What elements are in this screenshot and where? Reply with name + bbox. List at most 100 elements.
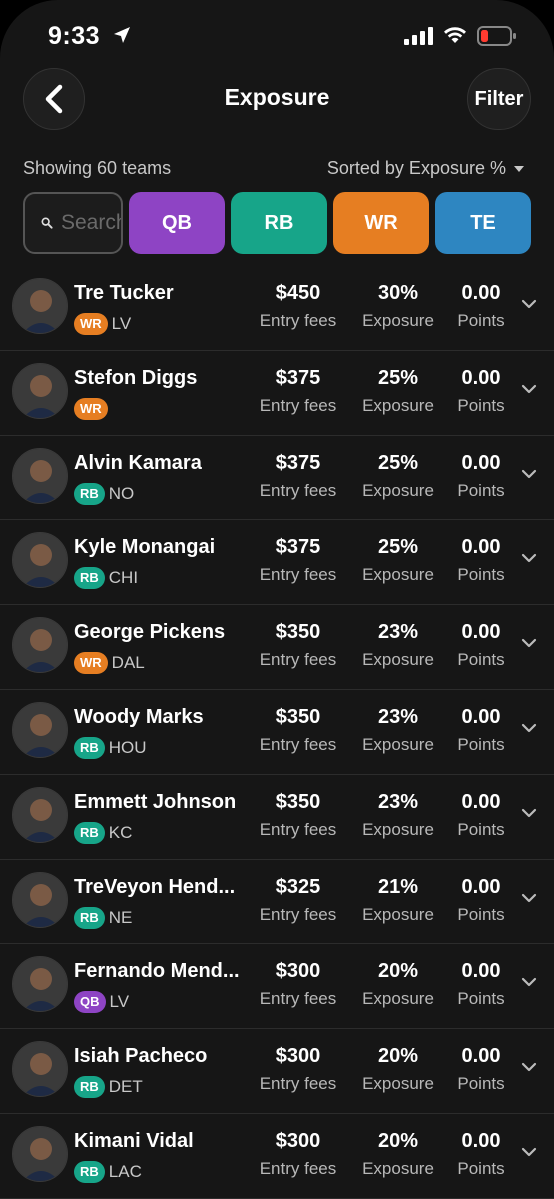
entry-fees-stat: $375 Entry fees [255, 367, 341, 416]
player-avatar [12, 871, 68, 928]
points-value: 0.00 [461, 366, 501, 389]
player-team: DAL [111, 653, 145, 673]
player-row[interactable]: Woody Marks RB HOU $350 Entry fees 23% E… [0, 690, 554, 775]
player-team: CHI [108, 568, 139, 588]
player-team: LV [109, 992, 130, 1012]
search-box[interactable] [23, 192, 123, 254]
player-name: Emmett Johnson [74, 790, 237, 813]
entry-fees-stat: $450 Entry fees [255, 282, 341, 331]
player-meta: RB KC [74, 821, 133, 844]
exposure-stat: 25% Exposure [356, 452, 440, 501]
exposure-label: Exposure [362, 565, 434, 585]
player-meta: RB DET [74, 1076, 143, 1099]
exposure-label: Exposure [362, 395, 434, 415]
player-row[interactable]: George Pickens WR DAL $350 Entry fees 23… [0, 605, 554, 690]
chevron-down-icon[interactable] [520, 468, 538, 480]
points-label: Points [457, 480, 505, 500]
chevron-down-icon[interactable] [520, 1146, 538, 1158]
entry-fees-value: $300 [275, 1129, 321, 1152]
entry-fees-stat: $350 Entry fees [255, 791, 341, 840]
exposure-label: Exposure [362, 311, 434, 330]
chevron-down-icon[interactable] [520, 637, 538, 649]
player-avatar [12, 447, 68, 504]
player-row[interactable]: TreVeyon Hend... RB NE $325 Entry fees 2… [0, 860, 554, 945]
chevron-down-icon[interactable] [520, 976, 538, 988]
player-headshot-icon [13, 787, 67, 842]
player-avatar [12, 1125, 68, 1182]
chevron-down-icon[interactable] [520, 552, 538, 564]
exposure-value: 23% [377, 790, 419, 813]
player-headshot-icon [13, 1126, 67, 1181]
status-bar: 9:33 [0, 18, 554, 58]
player-row[interactable]: Fernando Mend... QB LV $300 Entry fees 2… [0, 944, 554, 1030]
points-value: 0.00 [461, 282, 501, 304]
points-label: Points [457, 819, 505, 839]
exposure-label: Exposure [362, 904, 434, 924]
exposure-stat: 21% Exposure [356, 876, 440, 925]
player-team: KC [108, 822, 133, 842]
chevron-down-icon[interactable] [520, 807, 538, 819]
exposure-value: 20% [377, 1129, 419, 1152]
player-meta: RB CHI [74, 567, 139, 590]
entry-fees-label: Entry fees [259, 989, 337, 1009]
player-avatar [12, 532, 68, 589]
exposure-value: 23% [377, 705, 419, 728]
filter-chip-te[interactable]: TE [435, 192, 531, 254]
filter-button[interactable]: Filter [467, 68, 531, 130]
points-label: Points [457, 989, 505, 1009]
exposure-value: 25% [377, 366, 419, 389]
player-row[interactable]: Tre Tucker WR LV $450 Entry fees 30% Exp… [0, 266, 554, 351]
points-value: 0.00 [461, 875, 501, 898]
chevron-down-icon[interactable] [520, 383, 538, 395]
player-team: HOU [108, 737, 147, 757]
chevron-down-icon[interactable] [520, 1061, 538, 1073]
entry-fees-value: $375 [275, 366, 321, 389]
player-row[interactable]: Kyle Monangai RB CHI $375 Entry fees 25%… [0, 520, 554, 606]
battery-low-icon [477, 26, 516, 46]
position-badge: RB [74, 482, 105, 505]
chevron-down-icon[interactable] [520, 298, 538, 310]
points-label: Points [457, 1074, 505, 1094]
entry-fees-value: $300 [275, 1045, 321, 1068]
player-row[interactable]: Alvin Kamara RB NO $375 Entry fees 25% E… [0, 436, 554, 521]
points-stat: 0.00 Points [453, 536, 509, 585]
player-row[interactable]: Stefon Diggs WR $375 Entry fees 25% Expo… [0, 351, 554, 436]
exposure-value: 23% [377, 621, 419, 644]
search-input[interactable] [61, 211, 121, 235]
app-screen: 9:33 Exposure Filter Showing 60 teams So… [0, 0, 554, 1199]
entry-fees-stat: $300 Entry fees [255, 1130, 341, 1179]
position-badge: RB [74, 1160, 105, 1183]
points-value: 0.00 [461, 1129, 501, 1152]
exposure-value: 25% [377, 536, 419, 559]
filter-chip-wr[interactable]: WR [333, 192, 429, 254]
entry-fees-value: $375 [275, 536, 321, 559]
exposure-label: Exposure [362, 650, 434, 670]
points-label: Points [457, 734, 505, 754]
sort-label: Sorted by Exposure % [326, 158, 506, 178]
points-value: 0.00 [461, 536, 501, 559]
points-stat: 0.00 Points [453, 452, 509, 501]
position-badge: QB [74, 991, 106, 1014]
caret-down-icon [514, 165, 524, 172]
entry-fees-value: $300 [275, 960, 321, 983]
player-row[interactable]: Emmett Johnson RB KC $350 Entry fees 23%… [0, 775, 554, 860]
player-row[interactable]: Kimani Vidal RB LAC $300 Entry fees 20% … [0, 1114, 554, 1199]
exposure-value: 20% [377, 960, 419, 983]
player-row[interactable]: Isiah Pacheco RB DET $300 Entry fees 20%… [0, 1029, 554, 1114]
points-label: Points [457, 1158, 505, 1178]
position-badge: WR [74, 652, 108, 675]
sort-dropdown[interactable]: Sorted by Exposure % [327, 158, 524, 179]
player-list: Tre Tucker WR LV $450 Entry fees 30% Exp… [0, 266, 554, 1199]
exposure-label: Exposure [362, 1158, 434, 1178]
player-avatar [12, 956, 68, 1013]
player-team: DET [108, 1077, 143, 1097]
search-icon [41, 217, 53, 229]
chevron-down-icon[interactable] [520, 892, 538, 904]
filter-chip-qb[interactable]: QB [129, 192, 225, 254]
filter-chip-rb[interactable]: RB [231, 192, 327, 254]
position-badge: RB [74, 736, 105, 759]
player-name: Alvin Kamara [74, 451, 202, 474]
exposure-stat: 25% Exposure [356, 367, 440, 416]
player-name: TreVeyon Hend... [74, 875, 236, 898]
chevron-down-icon[interactable] [520, 722, 538, 734]
